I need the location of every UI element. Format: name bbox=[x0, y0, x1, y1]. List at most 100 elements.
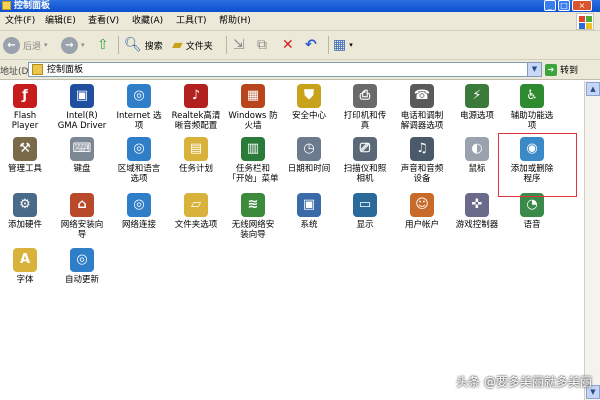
forward-dropdown-icon: ▾ bbox=[81, 41, 85, 49]
cp-item-label: 辅助功能选 项 bbox=[510, 111, 554, 131]
cp-item[interactable]: ☎ 电话和调制 解调器选项 bbox=[392, 84, 452, 131]
cp-item-label: 字体 bbox=[16, 275, 34, 285]
cp-item[interactable]: ⎙ 打印机和传 真 bbox=[335, 84, 395, 131]
views-icon: ▦ bbox=[333, 37, 347, 53]
cp-item-label: Intel(R) GMA Driver bbox=[57, 111, 107, 131]
monitor-icon: ▣ bbox=[70, 84, 94, 108]
up-folder-button[interactable]: ⇧ bbox=[97, 35, 109, 55]
cp-item[interactable]: ⎚ 扫描仪和照 相机 bbox=[335, 137, 395, 184]
cp-item-label: 区域和语言 选项 bbox=[117, 164, 161, 184]
folders-button[interactable]: ▰ 文件夹 bbox=[172, 35, 213, 55]
menu-favorites[interactable]: 收藏(A) bbox=[132, 15, 163, 27]
cp-item[interactable]: ⌂ 网络安装向 导 bbox=[52, 193, 112, 240]
wireless-icon: ≋ bbox=[241, 193, 265, 217]
cp-item[interactable]: ⛊ 安全中心 bbox=[279, 84, 339, 121]
cp-item-label: 安全中心 bbox=[291, 111, 326, 121]
menu-tools[interactable]: 工具(T) bbox=[176, 15, 207, 27]
address-value: 控制面板 bbox=[47, 65, 84, 75]
cp-item[interactable]: ☺ 用户帐户 bbox=[392, 193, 452, 230]
cp-item-label: 任务计划 bbox=[178, 164, 213, 174]
cp-item-label: 文件夹选项 bbox=[174, 220, 218, 230]
admin-tools-icon: ⚒ bbox=[13, 137, 37, 161]
forward-arrow-icon: → bbox=[61, 36, 78, 54]
cp-item-label: 管理工具 bbox=[7, 164, 42, 174]
cp-item-label: 显示 bbox=[356, 220, 374, 230]
cp-item-label: 任务栏和 「开始」菜单 bbox=[227, 164, 279, 184]
cp-item[interactable]: ✜ 游戏控制器 bbox=[447, 193, 507, 230]
cp-item[interactable]: ⚙ 添加硬件 bbox=[0, 193, 55, 230]
window-title: 控制面板 bbox=[14, 1, 51, 11]
back-button[interactable]: ← 后退 ▾ bbox=[3, 35, 48, 55]
gamepad-icon: ✜ bbox=[465, 193, 489, 217]
vertical-scrollbar[interactable]: ▲ ▼ bbox=[584, 81, 600, 400]
menu-view[interactable]: 查看(V) bbox=[88, 15, 119, 27]
cp-item-label: 游戏控制器 bbox=[455, 220, 499, 230]
cp-item[interactable]: A 字体 bbox=[0, 248, 55, 285]
menu-file[interactable]: 文件(F) bbox=[5, 15, 35, 27]
cp-item[interactable]: ♿ 辅助功能选 项 bbox=[502, 84, 562, 131]
cp-item[interactable]: ▭ 显示 bbox=[335, 193, 395, 230]
cp-item-label: Windows 防 火墙 bbox=[228, 111, 278, 131]
cp-item[interactable]: ◎ 自动更新 bbox=[52, 248, 112, 285]
cp-item[interactable]: ▦ Windows 防 火墙 bbox=[223, 84, 283, 131]
cp-item[interactable]: ▥ 任务栏和 「开始」菜单 bbox=[223, 137, 283, 184]
taskbar-icon: ▥ bbox=[241, 137, 265, 161]
undo-button[interactable]: ↶ bbox=[305, 35, 317, 55]
address-bar: 地址(D) 控制面板 ▼ ➔ 转到 bbox=[0, 60, 600, 80]
cp-item-label: 自动更新 bbox=[64, 275, 99, 285]
users-icon: ☺ bbox=[410, 193, 434, 217]
folders-icon: ▰ bbox=[172, 37, 183, 53]
cp-item[interactable]: ◔ 语音 bbox=[502, 193, 562, 230]
maximize-button[interactable]: □ bbox=[558, 0, 570, 11]
go-button[interactable]: ➔ 转到 bbox=[545, 63, 578, 76]
clock-icon: ◷ bbox=[297, 137, 321, 161]
cp-item[interactable]: ♫ 声音和音频 设备 bbox=[392, 137, 452, 184]
cp-item[interactable]: ◎ 区域和语言 选项 bbox=[109, 137, 169, 184]
cp-item[interactable]: ▣ 系统 bbox=[279, 193, 339, 230]
folder-options-icon: ▱ bbox=[184, 193, 208, 217]
control-panel-small-icon bbox=[32, 64, 43, 75]
folders-label: 文件夹 bbox=[185, 41, 213, 52]
cp-item[interactable]: ▤ 任务计划 bbox=[166, 137, 226, 174]
address-input[interactable]: 控制面板 ▼ bbox=[28, 62, 542, 77]
menu-edit[interactable]: 编辑(E) bbox=[45, 15, 76, 27]
cp-item[interactable]: ⚡ 电源选项 bbox=[447, 84, 507, 121]
minimize-button[interactable]: _ bbox=[544, 0, 556, 11]
cp-item-label: 打印机和传 真 bbox=[343, 111, 387, 131]
back-arrow-icon: ← bbox=[3, 36, 20, 54]
cp-item-label: Internet 选 项 bbox=[116, 111, 162, 131]
delete-button[interactable]: ✕ bbox=[282, 35, 294, 55]
cp-item[interactable]: ◷ 日期和时间 bbox=[279, 137, 339, 174]
cp-item-label: 键盘 bbox=[73, 164, 91, 174]
delete-icon: ✕ bbox=[282, 37, 294, 53]
move-to-button[interactable]: ⇲ bbox=[233, 35, 245, 55]
watermark: 头条 @要多美丽就多美丽 bbox=[456, 375, 592, 389]
menu-help[interactable]: 帮助(H) bbox=[219, 15, 251, 27]
cp-item[interactable]: ƒ Flash Player bbox=[0, 84, 55, 131]
network-globe-icon: ◎ bbox=[127, 193, 151, 217]
back-dropdown-icon: ▾ bbox=[44, 41, 48, 49]
forward-button[interactable]: → ▾ bbox=[61, 35, 85, 55]
close-button[interactable]: × bbox=[572, 0, 592, 11]
scroll-up-icon[interactable]: ▲ bbox=[586, 82, 600, 96]
cp-item[interactable]: ▣ Intel(R) GMA Driver bbox=[52, 84, 112, 131]
cp-item[interactable]: ◎ 网络连接 bbox=[109, 193, 169, 230]
back-label: 后退 bbox=[23, 41, 42, 52]
fonts-folder-icon: A bbox=[13, 248, 37, 272]
cp-item[interactable]: ≋ 无线网络安 装向导 bbox=[223, 193, 283, 240]
cp-item[interactable]: ⌨ 键盘 bbox=[52, 137, 112, 174]
cp-item-label: 用户帐户 bbox=[404, 220, 439, 230]
update-globe-icon: ◎ bbox=[70, 248, 94, 272]
views-button[interactable]: ▦ ▾ bbox=[333, 35, 353, 55]
cp-item-label: 日期和时间 bbox=[287, 164, 331, 174]
cp-item[interactable]: ⚒ 管理工具 bbox=[0, 137, 55, 174]
cp-item[interactable]: ◎ Internet 选 项 bbox=[109, 84, 169, 131]
copy-to-button[interactable]: ⧉ bbox=[257, 35, 267, 55]
toolbar: ← 后退 ▾ → ▾ ⇧ 🔍︎ 搜索 ▰ 文件夹 ⇲ ⧉ ✕ ↶ ▦ ▾ bbox=[0, 31, 600, 60]
search-button[interactable]: 🔍︎ 搜索 bbox=[124, 35, 163, 55]
undo-icon: ↶ bbox=[305, 37, 317, 53]
address-dropdown-icon[interactable]: ▼ bbox=[527, 63, 541, 76]
cp-item[interactable]: ▱ 文件夹选项 bbox=[166, 193, 226, 230]
cp-item[interactable]: ♪ Realtek高清 晰音频配置 bbox=[166, 84, 226, 131]
display-icon: ▭ bbox=[353, 193, 377, 217]
